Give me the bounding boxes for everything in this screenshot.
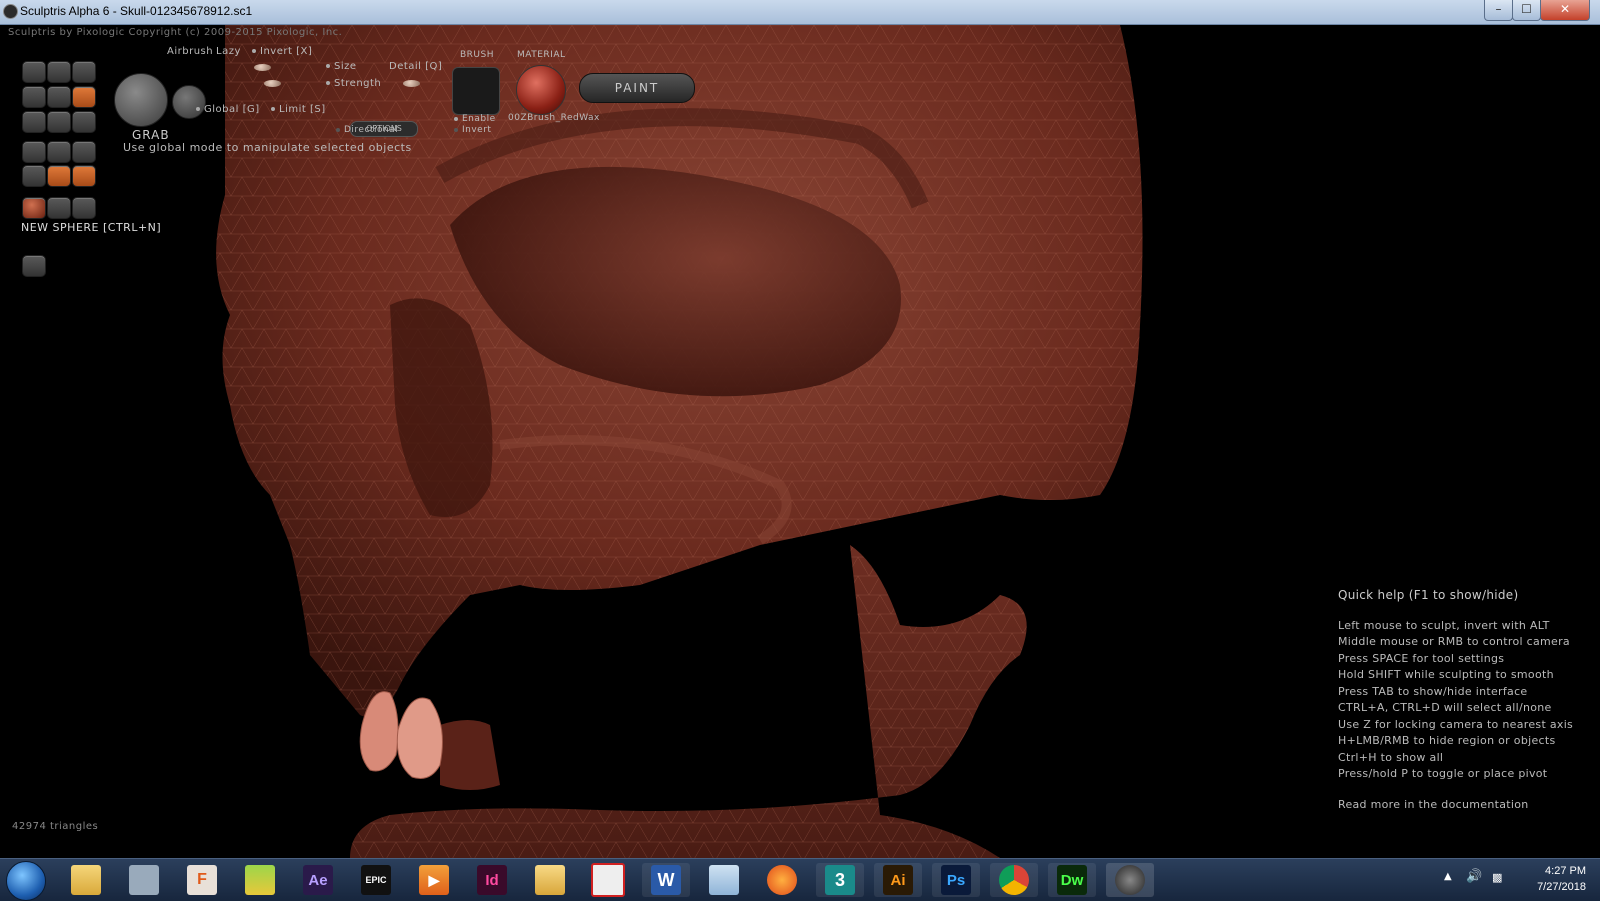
tool-hint-text: Use global mode to manipulate selected o… (123, 141, 412, 154)
lazy-label[interactable]: Lazy (216, 46, 241, 57)
documentation-link[interactable]: Read more in the documentation (1338, 797, 1573, 814)
scale-tool-button[interactable] (72, 61, 96, 83)
paint-mode-button[interactable]: PAINT (579, 73, 695, 103)
quick-help-line: Press TAB to show/hide interface (1338, 684, 1528, 698)
airbrush-label[interactable]: Airbrush (167, 46, 213, 57)
3ds-max-icon[interactable]: 3 (816, 863, 864, 897)
clock-time[interactable]: 4:27 PM (1545, 865, 1586, 877)
limit-toggle[interactable]: Limit [S] (271, 104, 326, 115)
goz-button[interactable] (22, 255, 46, 277)
quick-help-line: Hold SHIFT while sculpting to smooth (1338, 668, 1554, 681)
rotate-tool-button[interactable] (47, 61, 71, 83)
quick-help-line: Middle mouse or RMB to control camera (1338, 635, 1570, 648)
volume-icon[interactable]: 🔊 (1466, 869, 1482, 884)
crease-tool-button[interactable] (47, 111, 71, 133)
grab-tool-label: GRAB (132, 128, 170, 142)
photos-icon[interactable] (236, 863, 284, 897)
quick-help-title: Quick help (F1 to show/hide) (1338, 588, 1519, 602)
network-icon[interactable]: ▩ (1492, 871, 1502, 884)
word-icon[interactable]: W (642, 863, 690, 897)
grab-move-icon[interactable] (114, 73, 168, 127)
triangle-count: 42974 triangles (12, 821, 99, 832)
detail-label[interactable]: Detail [Q] (389, 61, 442, 72)
size-control[interactable]: Size (326, 61, 357, 72)
wireframe-toggle-button[interactable] (47, 165, 71, 187)
3d-builder-icon[interactable] (120, 863, 168, 897)
flash-icon[interactable]: F (178, 863, 226, 897)
reduce-tool-button[interactable] (47, 141, 71, 163)
open-file-button[interactable] (47, 197, 71, 219)
file-explorer-icon[interactable] (62, 863, 110, 897)
smooth-tool-button[interactable] (72, 111, 96, 133)
strength-slider[interactable] (403, 80, 420, 87)
quick-help-line: Left mouse to sculpt, invert with ALT (1338, 618, 1550, 632)
global-toggle[interactable]: Global [G] (196, 104, 260, 115)
close-button[interactable]: ✕ (1540, 0, 1590, 21)
sculpt-viewport[interactable]: Sculptris by Pixologic Copyright (c) 200… (0, 25, 1600, 858)
acrobat-icon[interactable] (584, 863, 632, 897)
pinch-tool-button[interactable] (22, 111, 46, 133)
material-preview[interactable] (516, 65, 566, 115)
draw-tool-button[interactable] (22, 61, 46, 83)
grab-tool-button[interactable] (72, 86, 96, 108)
window-titlebar[interactable]: Sculptris Alpha 6 - Skull-012345678912.s… (0, 0, 1600, 25)
airbrush-slider[interactable] (254, 64, 271, 71)
brush-enable-toggle[interactable]: Enable (454, 114, 496, 124)
strength-control[interactable]: Strength (326, 78, 381, 89)
new-sphere-tooltip: NEW SPHERE [CTRL+N] (21, 221, 162, 234)
quick-help-line: CTRL+A, CTRL+D will select all/none (1338, 701, 1552, 714)
quick-help-line: Press/hold P to toggle or place pivot (1338, 767, 1548, 780)
material-name: 00ZBrush_RedWax (508, 113, 600, 123)
system-tray: ▲ 🔊 ▩ 4:27 PM 7/27/2018 (1436, 863, 1600, 897)
mirror-tool-button[interactable] (22, 165, 46, 187)
maximize-button[interactable]: ☐ (1512, 0, 1541, 21)
epic-games-icon[interactable]: EPIC (352, 863, 400, 897)
invert-toggle[interactable]: Invert [X] (252, 46, 312, 57)
quick-help-line: Ctrl+H to show all (1338, 750, 1444, 764)
material-label: MATERIAL (517, 50, 566, 60)
chrome-icon[interactable] (990, 863, 1038, 897)
folder-icon[interactable] (526, 863, 574, 897)
firefox-icon[interactable] (758, 863, 806, 897)
dreamweaver-icon[interactable]: Dw (1048, 863, 1096, 897)
quick-help-line: Use Z for locking camera to nearest axis (1338, 717, 1574, 731)
photoshop-icon[interactable]: Ps (932, 863, 980, 897)
quick-help-line: H+LMB/RMB to hide region or objects (1338, 734, 1556, 747)
mask-tool-button[interactable] (72, 141, 96, 163)
import-obj-button[interactable] (72, 197, 96, 219)
sculptris-taskbar-icon[interactable] (1106, 863, 1154, 897)
new-sphere-button[interactable] (22, 197, 46, 219)
illustrator-icon[interactable]: Ai (874, 863, 922, 897)
symmetry-toggle-button[interactable] (72, 165, 96, 187)
lazy-slider[interactable] (264, 80, 281, 87)
media-player-icon[interactable]: ▶ (410, 863, 458, 897)
brush-invert-toggle[interactable]: Invert (454, 125, 491, 135)
directional-toggle[interactable]: Directional (336, 125, 398, 135)
brush-slot[interactable] (452, 67, 500, 115)
start-button[interactable] (6, 861, 46, 901)
image-viewer-icon[interactable] (700, 863, 748, 897)
minimize-button[interactable]: – (1484, 0, 1513, 21)
copyright-line: Sculptris by Pixologic Copyright (c) 200… (8, 27, 343, 38)
sculptris-app-icon (3, 4, 18, 19)
quick-help-line: Press SPACE for tool settings (1338, 651, 1505, 665)
indesign-icon[interactable]: Id (468, 863, 516, 897)
quick-help-panel: Quick help (F1 to show/hide) Left mouse … (1338, 587, 1573, 813)
after-effects-icon[interactable]: Ae (294, 863, 342, 897)
brush-label: BRUSH (460, 50, 494, 60)
window-title: Sculptris Alpha 6 - Skull-012345678912.s… (20, 4, 253, 18)
rotate-global-button[interactable] (22, 141, 46, 163)
inflate-tool-button[interactable] (47, 86, 71, 108)
windows-taskbar: F Ae EPIC ▶ Id W 3 Ai Ps Dw ▲ 🔊 ▩ 4:27 P… (0, 858, 1600, 901)
clock-date[interactable]: 7/27/2018 (1537, 881, 1586, 893)
show-hidden-icons-icon[interactable]: ▲ (1444, 871, 1452, 882)
flatten-tool-button[interactable] (22, 86, 46, 108)
